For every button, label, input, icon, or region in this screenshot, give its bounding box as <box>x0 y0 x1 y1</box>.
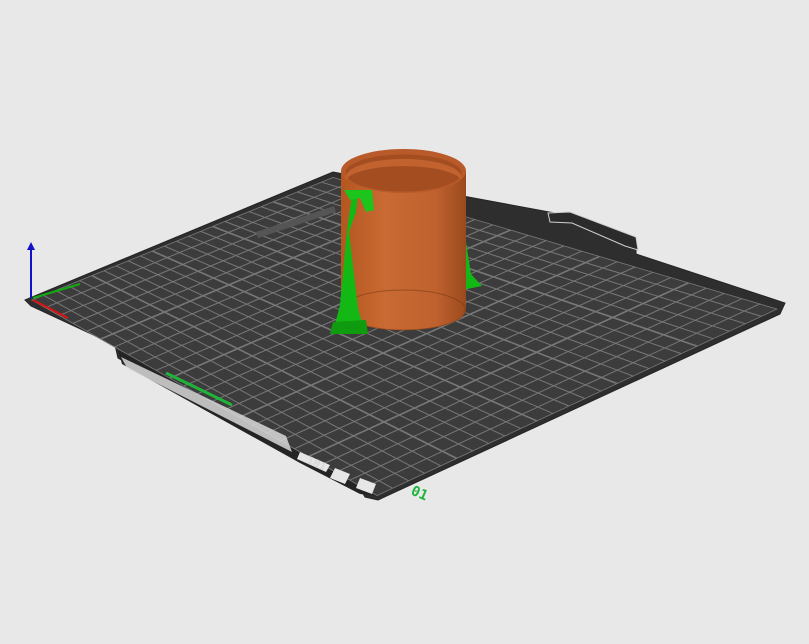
model-cylinder[interactable] <box>341 149 466 331</box>
3d-viewport[interactable]: 101 01 <box>0 0 809 644</box>
print-bed-scene[interactable]: 101 01 <box>0 0 809 644</box>
bed-label-front: 01 <box>408 483 430 504</box>
